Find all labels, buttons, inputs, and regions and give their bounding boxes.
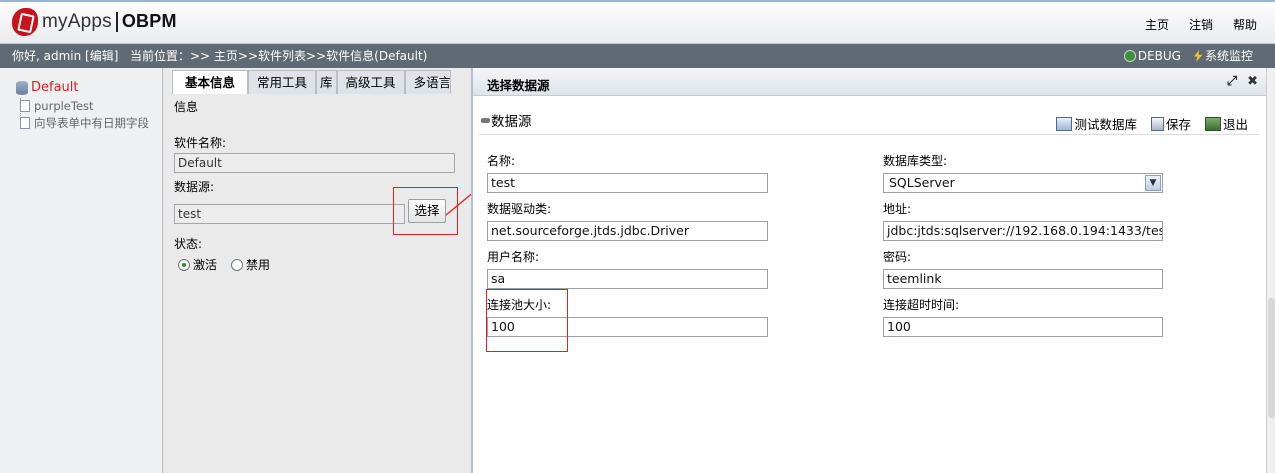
driver-label: 数据驱动类: bbox=[487, 202, 552, 216]
section-title: 数据源 bbox=[491, 114, 532, 130]
scrollbar-thumb[interactable] bbox=[1268, 298, 1275, 418]
datasource-section-header[interactable]: 数据源 bbox=[481, 110, 532, 130]
dialog-window-controls: ⤢ ✖ bbox=[1227, 74, 1258, 89]
url-label: 地址: bbox=[883, 202, 912, 216]
close-icon[interactable]: ✖ bbox=[1247, 74, 1258, 89]
save-label: 保存 bbox=[1165, 117, 1191, 132]
dbtype-label: 数据库类型: bbox=[883, 154, 948, 168]
username-input[interactable]: sa bbox=[487, 269, 768, 289]
dialog-title: 选择数据源 bbox=[487, 78, 550, 93]
url-input[interactable]: jdbc:jtds:sqlserver://192.168.0.194:1433… bbox=[883, 221, 1163, 241]
save-icon bbox=[1150, 116, 1164, 131]
exit-label: 退出 bbox=[1222, 117, 1248, 132]
name-label: 名称: bbox=[487, 154, 516, 168]
dbtype-select[interactable]: SQLServer ▼ bbox=[883, 173, 1163, 193]
database-test-icon bbox=[1056, 116, 1073, 131]
password-label: 密码: bbox=[883, 250, 912, 264]
dbtype-value: SQLServer bbox=[889, 175, 955, 190]
timeout-input[interactable]: 100 bbox=[883, 317, 1163, 337]
exit-button[interactable]: 退出 bbox=[1204, 114, 1248, 133]
chevron-down-icon[interactable]: ▼ bbox=[1145, 175, 1161, 191]
dialog-header: 选择数据源 ⤢ ✖ bbox=[473, 68, 1268, 96]
password-input[interactable]: teemlink bbox=[883, 269, 1163, 289]
name-input[interactable]: test bbox=[487, 173, 768, 193]
maximize-icon[interactable]: ⤢ bbox=[1227, 74, 1237, 89]
username-label: 用户名称: bbox=[487, 250, 540, 264]
dialog-toolbar: 测试数据库 保存 退出 bbox=[1056, 114, 1248, 133]
page-scrollbar[interactable] bbox=[1266, 68, 1275, 473]
select-datasource-dialog: 选择数据源 ⤢ ✖ 数据源 测试数据库 保存 退出 名称: test 数据库类型… bbox=[471, 68, 1268, 473]
driver-input[interactable]: net.sourceforge.jtds.jdbc.Driver bbox=[487, 221, 768, 241]
exit-icon bbox=[1204, 116, 1221, 131]
save-button[interactable]: 保存 bbox=[1150, 114, 1191, 133]
collapse-icon bbox=[481, 117, 490, 123]
test-database-button[interactable]: 测试数据库 bbox=[1056, 114, 1137, 133]
highlight-box bbox=[486, 289, 568, 352]
timeout-label: 连接超时时间: bbox=[883, 298, 960, 312]
section-divider bbox=[479, 134, 1259, 135]
test-database-label: 测试数据库 bbox=[1074, 117, 1137, 132]
